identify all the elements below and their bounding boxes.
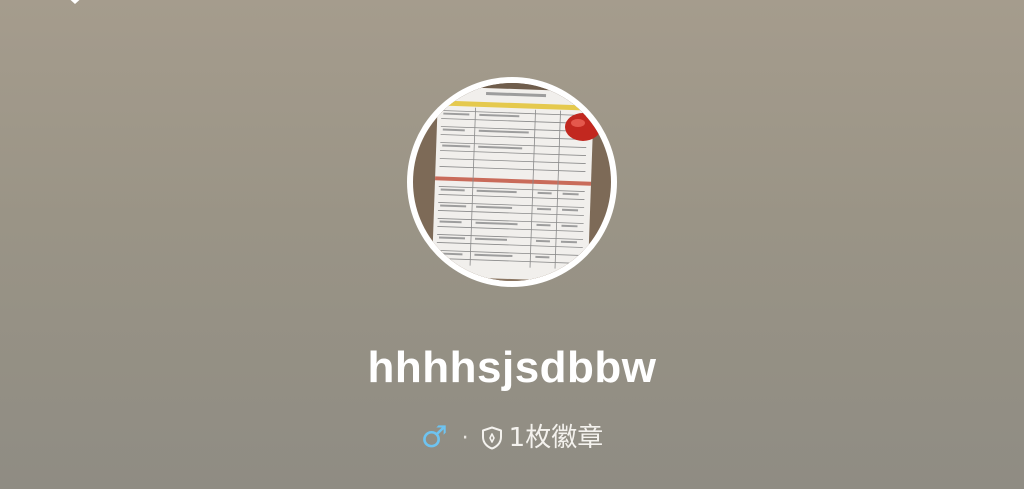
badge-count-link[interactable]: 1枚徽章 bbox=[509, 418, 604, 458]
badge-shield-icon bbox=[481, 426, 502, 450]
separator-dot: · bbox=[461, 425, 469, 451]
receipt-photo-avatar-icon bbox=[413, 83, 611, 281]
avatar[interactable] bbox=[407, 77, 617, 287]
back-arrow-icon[interactable] bbox=[62, 0, 88, 6]
profile-meta-row: ♂ · 1枚徽章 bbox=[0, 418, 1024, 458]
male-gender-icon: ♂ bbox=[420, 420, 448, 455]
profile-header: hhhhsjsdbbw ♂ · 1枚徽章 bbox=[0, 0, 1024, 489]
username: hhhhsjsdbbw bbox=[367, 343, 657, 392]
